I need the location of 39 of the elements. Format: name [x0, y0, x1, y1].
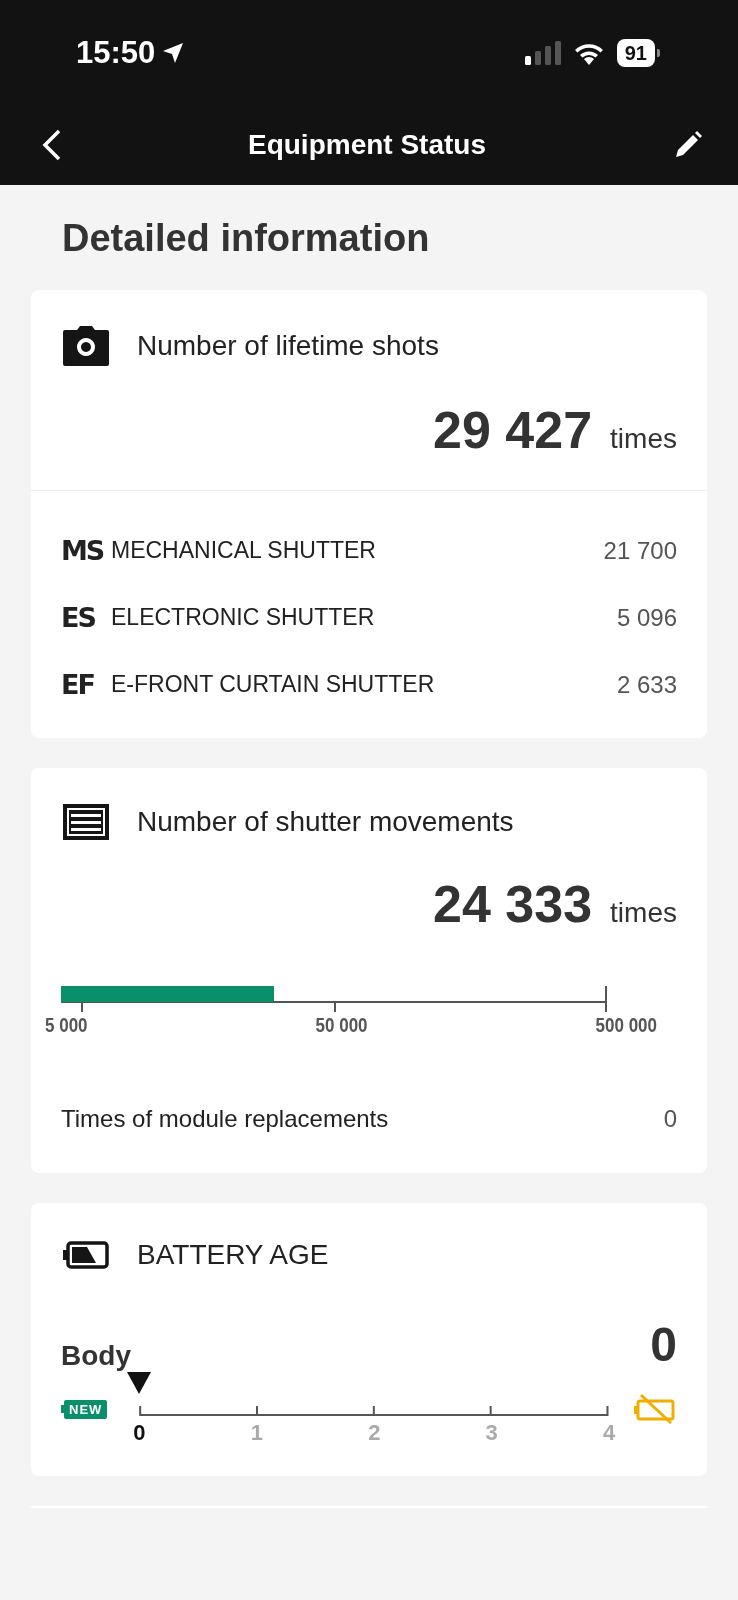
- shutter-type-label: E-FRONT CURTAIN SHUTTER: [111, 671, 436, 698]
- location-arrow-icon: [161, 40, 186, 65]
- shutter-type-label: MECHANICAL SHUTTER: [111, 537, 377, 564]
- shutter-type-code: ES: [61, 602, 96, 633]
- signal-icon: [524, 40, 561, 65]
- card-title: Number of shutter movements: [137, 806, 514, 838]
- module-replacements-value: 0: [663, 1105, 677, 1133]
- battery-level: 91: [616, 38, 655, 67]
- movement-count: 24 333: [433, 874, 593, 934]
- module-replacements-label: Times of module replacements: [61, 1105, 389, 1133]
- camera-icon: [63, 326, 109, 366]
- shutter-count: 2 633: [616, 670, 677, 699]
- shutter-type-code: EF: [61, 669, 95, 700]
- card-title: BATTERY AGE: [137, 1239, 329, 1271]
- shutter-type-code: MS: [61, 535, 105, 566]
- status-time: 15:50: [76, 34, 156, 71]
- shutter-count: 21 700: [603, 536, 677, 565]
- battery-icon: [63, 1241, 109, 1269]
- unit-label: times: [610, 423, 677, 455]
- scale-tick-label: 2: [368, 1420, 381, 1446]
- gauge-scale-label: 50 000: [315, 1014, 368, 1037]
- screen-title: Equipment Status: [247, 129, 487, 161]
- gauge-scale-label: 5 000: [45, 1014, 88, 1037]
- scale-tick-label: 0: [133, 1420, 146, 1446]
- shot-count: 29 427: [433, 400, 593, 460]
- card-title: Number of lifetime shots: [137, 330, 439, 362]
- new-battery-badge: NEW: [61, 1399, 108, 1419]
- shutter-count: 5 096: [616, 603, 677, 632]
- shutter-type-label: ELECTRONIC SHUTTER: [111, 604, 376, 631]
- scale-tick-label: 3: [485, 1420, 498, 1446]
- body-label: Body: [61, 1340, 131, 1372]
- depleted-battery-icon: [633, 1393, 677, 1425]
- unit-label: times: [610, 897, 677, 929]
- scale-tick-label: 1: [250, 1420, 263, 1446]
- battery-age-value: 0: [650, 1317, 677, 1372]
- shutter-icon: [63, 804, 109, 840]
- section-heading: Detailed information: [61, 216, 431, 261]
- gauge-scale-label: 500 000: [595, 1014, 657, 1037]
- scale-tick-label: 4: [602, 1420, 615, 1446]
